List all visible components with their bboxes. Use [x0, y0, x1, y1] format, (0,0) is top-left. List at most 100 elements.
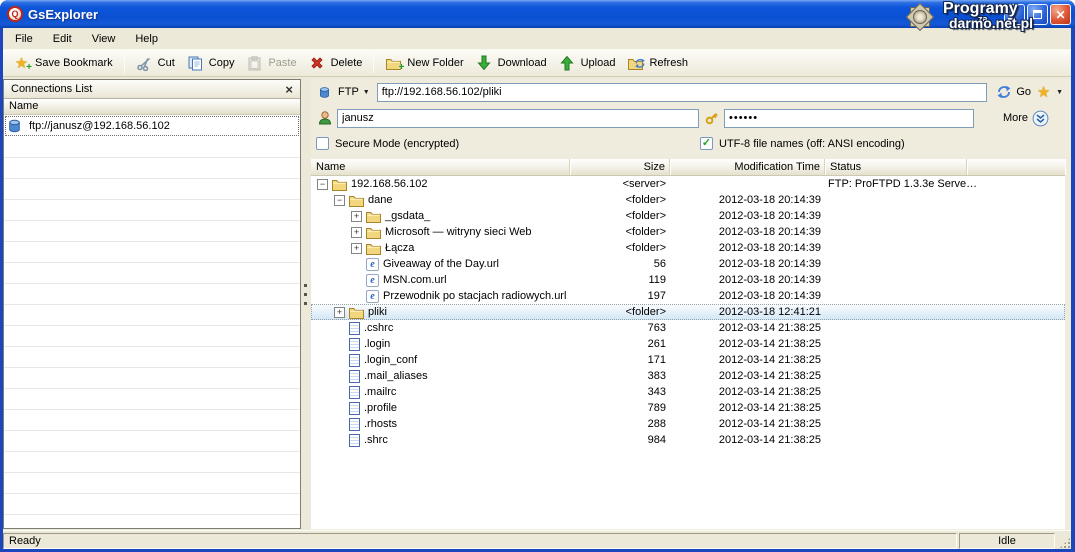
cut-button[interactable]: Cut [130, 51, 181, 75]
download-button[interactable]: Download [470, 51, 553, 75]
file-size: <folder> [570, 226, 670, 238]
new-folder-button[interactable]: + New Folder [379, 51, 469, 75]
column-header-size[interactable]: Size [570, 159, 670, 175]
grip-dots-icon [1059, 537, 1071, 549]
upload-button[interactable]: Upload [553, 51, 622, 75]
file-time: 2012-03-18 20:14:39 [670, 290, 825, 302]
table-row[interactable]: ePrzewodnik po stacjach radiowych.url197… [311, 288, 1065, 304]
file-size: <folder> [570, 210, 670, 222]
expand-icon[interactable]: + [351, 227, 362, 238]
menu-help[interactable]: Help [125, 30, 168, 48]
connection-drive-icon [8, 119, 21, 133]
table-row[interactable]: eGiveaway of the Day.url562012-03-18 20:… [311, 256, 1065, 272]
copy-button[interactable]: Copy [181, 51, 241, 75]
column-header-name[interactable]: Name [311, 159, 570, 175]
file-time: 2012-03-14 21:38:25 [670, 338, 825, 350]
name-cell: −192.168.56.102 [311, 178, 570, 191]
protocol-button[interactable]: FTP ▼ [316, 85, 373, 100]
connections-empty-area [4, 137, 300, 528]
minimize-button[interactable] [1004, 4, 1025, 25]
table-row[interactable]: +Łącza<folder>2012-03-18 20:14:39 [311, 240, 1065, 256]
panel-splitter[interactable] [301, 79, 311, 530]
upload-arrow-icon [559, 55, 576, 71]
close-button[interactable]: ✕ [1050, 4, 1071, 25]
file-icon [349, 386, 360, 399]
table-row[interactable]: .profile7892012-03-14 21:38:25 [311, 400, 1065, 416]
panel-close-icon[interactable]: × [285, 83, 293, 96]
upload-label: Upload [581, 57, 616, 69]
utf8-checkbox[interactable] [700, 137, 713, 150]
column-header-filler [967, 159, 1065, 175]
table-row[interactable]: +_gsdata_<folder>2012-03-18 20:14:39 [311, 208, 1065, 224]
expand-icon[interactable]: + [351, 243, 362, 254]
name-cell: .login [311, 338, 570, 351]
key-icon [703, 110, 720, 126]
table-row[interactable]: .mailrc3432012-03-14 21:38:25 [311, 384, 1065, 400]
folder-icon [366, 242, 381, 255]
column-header-time[interactable]: Modification Time [670, 159, 825, 175]
scissors-icon [136, 55, 153, 71]
table-row[interactable]: −192.168.56.102<server>FTP: ProFTPD 1.3.… [311, 176, 1065, 192]
file-time: 2012-03-18 20:14:39 [670, 210, 825, 222]
refresh-folder-icon [627, 55, 644, 71]
status-bar: Ready Idle [3, 530, 1071, 549]
collapse-icon[interactable]: − [317, 179, 328, 190]
refresh-button[interactable]: Refresh [621, 51, 694, 75]
table-row[interactable]: .cshrc7632012-03-14 21:38:25 [311, 320, 1065, 336]
more-label[interactable]: More [1003, 112, 1028, 124]
secure-mode-checkbox[interactable] [316, 137, 329, 150]
expand-icon[interactable]: + [351, 211, 362, 222]
password-input[interactable] [724, 109, 974, 128]
table-row[interactable]: eMSN.com.url1192012-03-18 20:14:39 [311, 272, 1065, 288]
menu-edit[interactable]: Edit [43, 30, 82, 48]
file-size: <folder> [570, 306, 670, 318]
menu-file[interactable]: File [5, 30, 43, 48]
save-bookmark-label: Save Bookmark [35, 57, 113, 69]
file-name: .shrc [364, 434, 388, 446]
name-cell: ePrzewodnik po stacjach radiowych.url [311, 290, 570, 303]
menu-view[interactable]: View [82, 30, 126, 48]
save-bookmark-button[interactable]: ★+ Save Bookmark [7, 51, 119, 75]
bookmark-star-icon: ★+ [13, 55, 30, 71]
clipboard-icon [246, 55, 263, 71]
file-rows: −192.168.56.102<server>FTP: ProFTPD 1.3.… [311, 176, 1065, 529]
splitter-handle-icon [304, 284, 307, 308]
paste-button[interactable]: Paste [240, 51, 302, 75]
table-row[interactable]: +Microsoft — witryny sieci Web<folder>20… [311, 224, 1065, 240]
star-dropdown-icon[interactable]: ▼ [1056, 89, 1063, 96]
file-time: 2012-03-14 21:38:25 [670, 354, 825, 366]
file-size: 119 [570, 274, 670, 286]
bookmark-star-button[interactable]: ★ [1035, 84, 1052, 100]
resize-grip[interactable] [1057, 533, 1071, 549]
connections-panel-title: Connections List [11, 83, 285, 95]
expand-icon[interactable]: + [334, 307, 345, 318]
table-row[interactable]: .rhosts2882012-03-14 21:38:25 [311, 416, 1065, 432]
table-row[interactable]: .login_conf1712012-03-14 21:38:25 [311, 352, 1065, 368]
file-icon [349, 354, 360, 367]
folder-icon [366, 226, 381, 239]
more-chevron-icon[interactable] [1032, 110, 1049, 126]
table-row[interactable]: +pliki<folder>2012-03-18 12:41:21 [311, 304, 1065, 320]
table-row[interactable]: .shrc9842012-03-14 21:38:25 [311, 432, 1065, 448]
file-time: 2012-03-18 20:14:39 [670, 242, 825, 254]
collapse-icon[interactable]: − [334, 195, 345, 206]
go-refresh-icon[interactable] [995, 84, 1012, 100]
column-header-status[interactable]: Status [825, 159, 967, 175]
connection-item[interactable]: ftp://janusz@192.168.56.102 [5, 116, 299, 136]
new-folder-icon: + [385, 55, 402, 71]
file-status: FTP: ProFTPD 1.3.3e Serve… [825, 178, 1065, 190]
table-row[interactable]: −dane<folder>2012-03-18 20:14:39 [311, 192, 1065, 208]
file-icon [349, 402, 360, 415]
maximize-button[interactable] [1027, 4, 1048, 25]
table-row[interactable]: .login2612012-03-14 21:38:25 [311, 336, 1065, 352]
delete-button[interactable]: Delete [303, 51, 369, 75]
url-input[interactable] [377, 83, 988, 102]
connections-column-header[interactable]: Name [4, 99, 300, 115]
go-button[interactable]: Go [1016, 86, 1031, 98]
file-size: <folder> [570, 242, 670, 254]
table-row[interactable]: .mail_aliases3832012-03-14 21:38:25 [311, 368, 1065, 384]
utf8-label: UTF-8 file names (off: ANSI encoding) [719, 138, 905, 150]
title-bar[interactable]: Q GsExplorer ✕ Programy za darmo.net.pl [0, 0, 1075, 28]
username-input[interactable] [337, 109, 699, 128]
internet-shortcut-icon: e [366, 258, 379, 271]
